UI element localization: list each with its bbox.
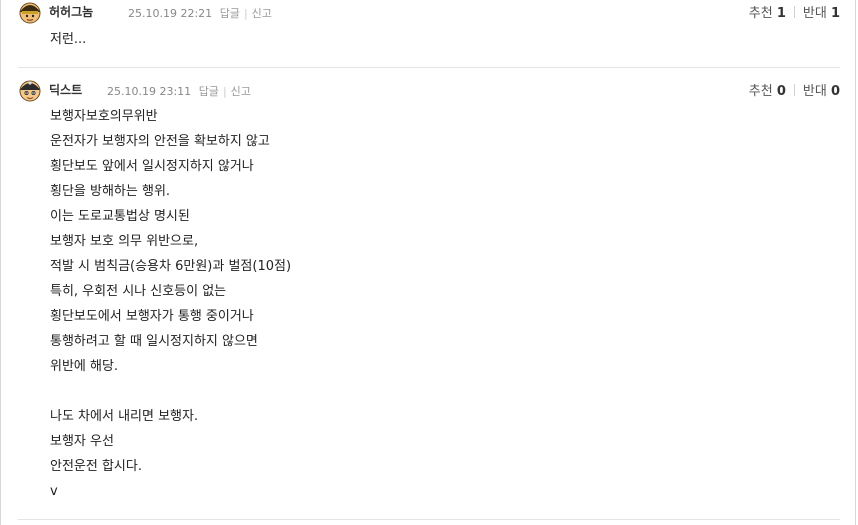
- avatar-icon[interactable]: [18, 78, 42, 102]
- comment-header: 허허그놈 25.10.19 22:21 답글 | 신고 추천 1 반대 1: [18, 0, 840, 24]
- comment-timestamp: 25.10.19 22:21: [128, 7, 213, 20]
- comment-item: 허허그놈 25.10.19 22:21 답글 | 신고 추천 1 반대 1 저런...: [18, 0, 840, 47]
- comment-body: 저런...: [50, 32, 87, 47]
- report-link[interactable]: 신고: [252, 7, 272, 20]
- comment-item: 딕스트 25.10.19 23:11 답글 | 신고 추천 0 반대 0 보행자보호의…: [18, 78, 840, 499]
- vote-box: 추천 0 반대 0: [749, 80, 840, 99]
- downvote-button[interactable]: 반대 0: [803, 84, 840, 99]
- upvote-button[interactable]: 추천 0: [749, 84, 786, 99]
- report-link[interactable]: 신고: [231, 85, 251, 98]
- comment-meta: 25.10.19 22:21 답글 | 신고: [128, 5, 272, 21]
- downvote-label: 반대: [802, 84, 827, 99]
- reply-link[interactable]: 답글: [199, 85, 219, 98]
- author-name[interactable]: 딕스트: [49, 81, 82, 98]
- comment-divider: [18, 519, 840, 520]
- avatar-icon[interactable]: [18, 0, 42, 24]
- upvote-count: 0: [776, 84, 786, 99]
- comment-timestamp: 25.10.19 23:11: [107, 85, 192, 98]
- reply-link[interactable]: 답글: [220, 7, 240, 20]
- vote-separator: [793, 6, 795, 18]
- downvote-count: 1: [830, 6, 840, 21]
- meta-separator: |: [243, 7, 248, 20]
- comment-meta: 25.10.19 23:11 답글 | 신고: [107, 83, 251, 99]
- downvote-count: 0: [830, 84, 840, 99]
- upvote-button[interactable]: 추천 1: [749, 6, 786, 21]
- upvote-count: 1: [776, 6, 786, 21]
- upvote-label: 추천: [748, 6, 773, 21]
- right-border: [855, 0, 856, 525]
- meta-separator: |: [222, 85, 227, 98]
- left-border: [0, 0, 1, 525]
- upvote-label: 추천: [748, 84, 773, 99]
- vote-box: 추천 1 반대 1: [749, 2, 840, 21]
- author-name[interactable]: 허허그놈: [49, 3, 93, 20]
- comment-divider: [18, 67, 840, 68]
- downvote-button[interactable]: 반대 1: [803, 6, 840, 21]
- downvote-label: 반대: [802, 6, 827, 21]
- vote-separator: [793, 84, 795, 96]
- comment-header: 딕스트 25.10.19 23:11 답글 | 신고 추천 0 반대 0: [18, 78, 840, 102]
- comment-body: 보행자보호의무위반 운전자가 보행자의 안전을 확보하지 않고 횡단보도 앞에서…: [50, 109, 292, 499]
